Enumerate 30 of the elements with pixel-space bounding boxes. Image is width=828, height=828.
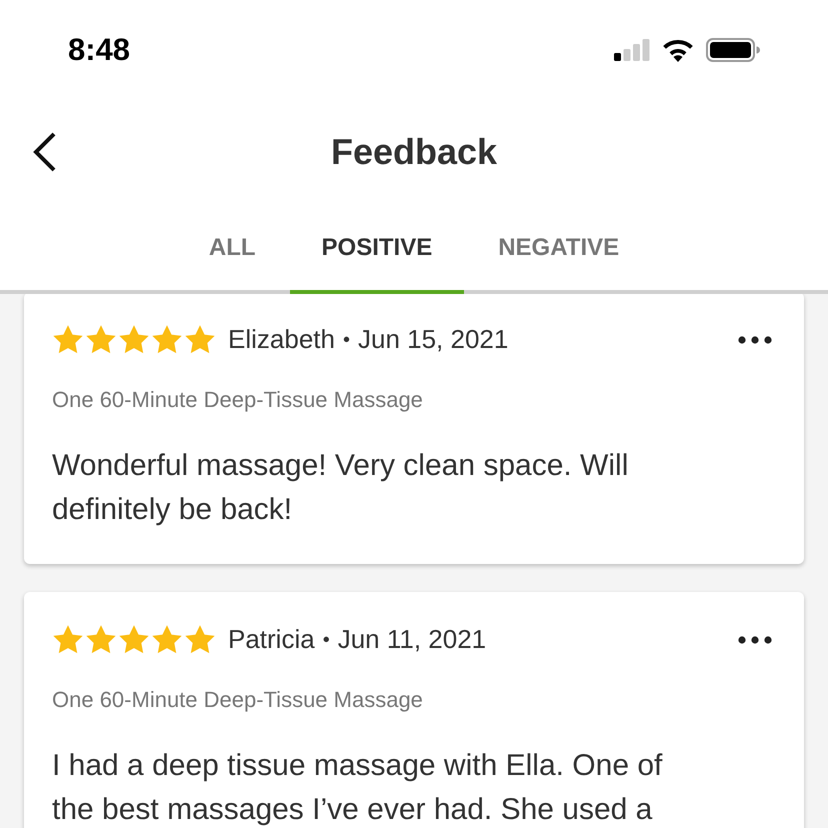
review-text: I had a deep tissue massage with Ella. One of the best massages I’ve ever had. She used a (52, 748, 664, 828)
star-icon (118, 324, 150, 355)
star-icon (118, 624, 150, 655)
page-title: Feedback (330, 130, 498, 174)
star-icon (151, 324, 183, 355)
star-icon (85, 624, 117, 655)
reviewer-name: Elizabeth (228, 323, 335, 356)
star-icon (151, 624, 183, 655)
service-name: One 60-Minute Deep-Tissue Massage (52, 686, 424, 714)
signal-icon (614, 39, 650, 61)
more-options-icon[interactable] (738, 636, 772, 644)
wifi-icon (662, 38, 694, 62)
star-icon (184, 624, 216, 655)
status-time: 8:48 (68, 30, 130, 69)
reviewer-name: Patricia (228, 623, 315, 656)
review-date: Jun 11, 2021 (338, 623, 486, 656)
battery-icon (706, 38, 760, 62)
star-icon (85, 324, 117, 355)
separator-dot: • (322, 628, 330, 652)
review-date: Jun 15, 2021 (358, 323, 508, 356)
service-name: One 60-Minute Deep-Tissue Massage (52, 386, 424, 414)
separator-dot: • (342, 328, 350, 352)
filter-tab[interactable]: ALL (176, 204, 288, 294)
filter-tab[interactable]: NEGATIVE (466, 204, 652, 294)
review-text: Wonderful massage! Very clean space. Will definitely be back! (52, 448, 630, 528)
back-icon[interactable] (32, 132, 58, 172)
star-icon (184, 324, 216, 355)
star-icon (52, 324, 84, 355)
more-options-icon[interactable] (738, 336, 772, 344)
star-icon (52, 624, 84, 655)
